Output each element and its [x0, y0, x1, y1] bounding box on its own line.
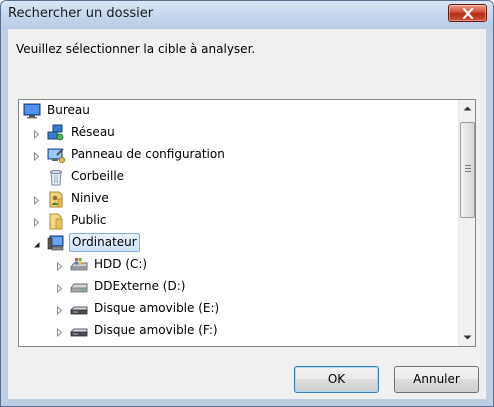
- expand-arrow-icon[interactable]: [32, 128, 41, 140]
- expand-arrow-icon[interactable]: [55, 326, 64, 338]
- tree-item-ddexterne-d[interactable]: DDExterne (D:): [19, 276, 459, 298]
- tree-item-bureau[interactable]: Bureau: [19, 100, 459, 122]
- tree-item-label: Disque amovible (F:): [94, 323, 218, 337]
- user-folder-icon: [47, 190, 65, 208]
- cancel-button[interactable]: Annuler: [394, 366, 479, 393]
- tree-item-reseau[interactable]: Réseau: [19, 122, 459, 144]
- computer-icon: [47, 234, 65, 252]
- tree-item-disque-amovible-e[interactable]: Disque amovible (E:): [19, 298, 459, 320]
- scroll-thumb[interactable]: [460, 122, 475, 218]
- tree-item-label: Ordinateur: [69, 233, 140, 252]
- tree-item-label: Bureau: [47, 103, 90, 117]
- tree-item-label: Réseau: [71, 125, 115, 139]
- title-bar[interactable]: Rechercher un dossier: [1, 1, 493, 29]
- dialog-client-area: Veuillez sélectionner la cible à analyse…: [8, 29, 486, 399]
- tree-item-label: Public: [71, 213, 107, 227]
- tree-item-label: Ninive: [71, 191, 109, 205]
- scroll-up-arrow-icon: [463, 106, 472, 111]
- tree-item-label: Disque amovible (E:): [94, 301, 220, 315]
- system-drive-icon: [70, 256, 88, 274]
- drive-icon: [70, 278, 88, 296]
- expand-arrow-icon[interactable]: [55, 282, 64, 294]
- expand-arrow-icon[interactable]: [32, 216, 41, 228]
- tree-item-label: HDD (C:): [94, 257, 148, 271]
- folder-tree[interactable]: Bureau Réseau Panneau de configuration C…: [18, 99, 476, 347]
- control-panel-icon: [47, 146, 65, 164]
- dialog-prompt: Veuillez sélectionner la cible à analyse…: [16, 42, 256, 56]
- desktop-icon: [23, 102, 41, 120]
- removable-drive-icon: [70, 300, 88, 318]
- window-title: Rechercher un dossier: [8, 6, 154, 21]
- tree-item-ordinateur[interactable]: Ordinateur: [19, 232, 459, 254]
- expand-arrow-icon[interactable]: [55, 260, 64, 272]
- tree-item-hdd-c[interactable]: HDD (C:): [19, 254, 459, 276]
- tree-item-label: Corbeille: [71, 169, 125, 183]
- tree-item-ninive[interactable]: Ninive: [19, 188, 459, 210]
- close-button[interactable]: [448, 4, 487, 22]
- recycle-bin-icon: [47, 168, 65, 186]
- tree-item-corbeille[interactable]: Corbeille: [19, 166, 459, 188]
- scroll-down-arrow-icon: [463, 335, 472, 340]
- scroll-up-button[interactable]: [459, 100, 475, 117]
- browse-folder-dialog: Rechercher un dossier Veuillez sélection…: [0, 0, 494, 407]
- folder-icon: [47, 212, 65, 230]
- tree-item-label: DDExterne (D:): [94, 279, 186, 293]
- scroll-down-button[interactable]: [459, 329, 475, 346]
- network-icon: [47, 124, 65, 142]
- expand-arrow-icon[interactable]: [32, 150, 41, 162]
- ok-button[interactable]: OK: [294, 366, 379, 393]
- tree-scrollbar[interactable]: [458, 100, 475, 346]
- tree-item-panneau-de-configuration[interactable]: Panneau de configuration: [19, 144, 459, 166]
- tree-item-public[interactable]: Public: [19, 210, 459, 232]
- tree-item-label: Panneau de configuration: [71, 147, 225, 161]
- removable-drive-icon: [70, 322, 88, 340]
- scroll-grip-icon: [465, 165, 471, 173]
- expand-arrow-icon[interactable]: [55, 304, 64, 316]
- tree-item-disque-amovible-f[interactable]: Disque amovible (F:): [19, 320, 459, 342]
- collapse-arrow-icon[interactable]: [32, 238, 41, 248]
- expand-arrow-icon[interactable]: [32, 194, 41, 206]
